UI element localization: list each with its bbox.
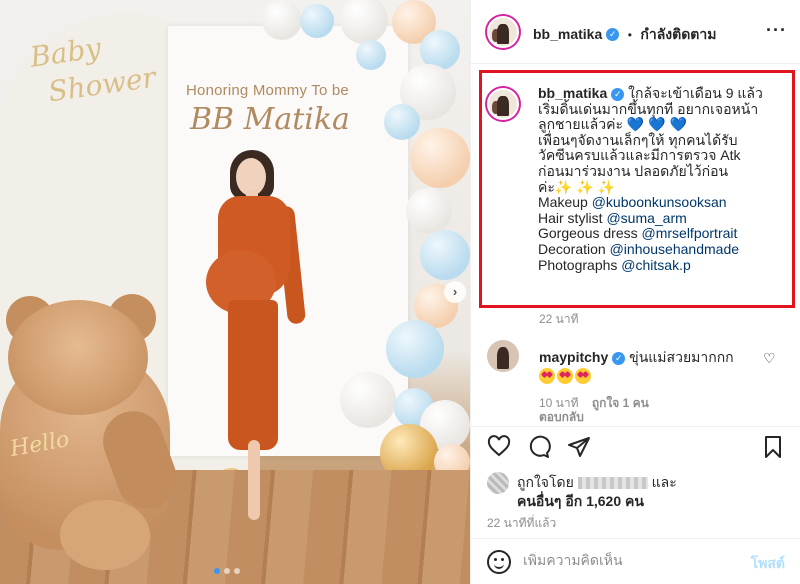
caption-timestamp[interactable]: 22 นาที <box>539 310 579 329</box>
more-options-icon[interactable]: ··· <box>766 20 787 41</box>
mention-link[interactable]: @chitsak.p <box>621 257 690 273</box>
header-separator: • <box>627 28 632 42</box>
balloon <box>410 128 470 188</box>
balloon <box>406 188 452 234</box>
header-user-row: bb_matika ✓ • กำลังติดตาม <box>533 24 716 46</box>
post-header: bb_matika ✓ • กำลังติดตาม ··· <box>471 0 800 64</box>
woman-leg <box>248 440 260 520</box>
mention-link[interactable]: @kuboonkunsooksan <box>592 194 727 210</box>
sparkles-icon: ✨ ✨ ✨ <box>554 178 615 195</box>
carousel-next-button[interactable]: › <box>444 281 466 303</box>
heart-eyes-emoji-icon <box>557 368 573 385</box>
carousel-dot <box>234 568 240 574</box>
post-actions-bar <box>471 426 800 466</box>
credit-role: Photographs <box>538 256 618 273</box>
likes-count[interactable]: คนอื่นๆ อีก 1,620 คน <box>517 491 644 513</box>
balloon <box>340 372 396 428</box>
commenter-username[interactable]: maypitchy <box>539 349 608 365</box>
caption-line: ก่อนมาร่วมงาน ปลอดภัยไว้ก่อน <box>538 162 729 179</box>
caption-text: bb_matika ✓ ใกล้จะเข้าเดือน 9 แล้ว เริ่มด… <box>538 85 790 273</box>
following-button[interactable]: กำลังติดตาม <box>640 26 716 42</box>
caption-line: วัคซีนครบแล้วและมีการตรวจ Atk <box>538 147 741 164</box>
balloon <box>384 104 420 140</box>
caption-line: เพื่อนๆจัดงานเล็กๆให้ ทุกคนได้รับ <box>538 131 738 148</box>
reply-button[interactable]: ตอบกลับ <box>539 408 584 427</box>
sign-name-text: BB Matika <box>190 102 350 137</box>
sign-honoring-text: Honoring Mommy To be <box>186 82 349 99</box>
caption-avatar[interactable] <box>487 88 519 120</box>
commenter-avatar[interactable] <box>487 340 519 372</box>
liker-avatar[interactable] <box>487 472 509 494</box>
caption-line: ค่ะ <box>538 178 555 195</box>
verified-badge-icon: ✓ <box>612 351 626 365</box>
credit-role: Hair stylist <box>538 209 603 226</box>
post-timestamp[interactable]: 22 นาทีที่แล้ว <box>487 514 556 533</box>
mention-link[interactable]: @inhousehandmade <box>610 241 739 257</box>
post-side-panel: bb_matika ✓ • กำลังติดตาม ··· bb_matika ✓ … <box>470 0 800 584</box>
heart-eyes-emoji-icon <box>539 368 555 385</box>
share-send-icon[interactable] <box>567 435 591 459</box>
carousel-dots <box>214 568 240 574</box>
balloon <box>300 4 334 38</box>
caption-username[interactable]: bb_matika <box>538 85 607 101</box>
balloon <box>262 0 302 40</box>
heart-eyes-emoji-icon <box>575 368 591 385</box>
caption-line: ใกล้จะเข้าเดือน 9 แล้ว <box>628 85 763 101</box>
comment-bubble-icon[interactable] <box>527 435 551 459</box>
likes-and-label: และ <box>651 474 677 490</box>
liked-by-label: ถูกใจโดย <box>517 474 574 490</box>
post-photo[interactable]: Baby Shower Honoring Mommy To be BB Mati… <box>0 0 470 584</box>
author-avatar[interactable] <box>487 16 519 48</box>
bear-head <box>8 300 148 415</box>
credit-role: Gorgeous dress <box>538 225 638 242</box>
save-bookmark-icon[interactable] <box>761 435 785 459</box>
emoji-smile-icon[interactable] <box>487 550 511 574</box>
carousel-dot <box>224 568 230 574</box>
comment-input[interactable] <box>523 552 723 568</box>
credit-role: Makeup <box>538 194 588 211</box>
verified-badge-icon: ✓ <box>606 28 620 42</box>
credit-role: Decoration <box>538 240 606 257</box>
dress-skirt <box>228 300 278 450</box>
post-comment-button[interactable]: โพสต์ <box>751 553 785 575</box>
balloon <box>386 320 444 378</box>
liker-username-blurred[interactable] <box>577 477 648 490</box>
caption-line: เริ่มดิ้นเด่นมากขึ้นทุกที อยากเจอหน้า <box>538 100 759 117</box>
author-username[interactable]: bb_matika <box>533 26 602 42</box>
bear-foot <box>60 500 150 570</box>
balloon <box>420 230 470 280</box>
like-heart-icon[interactable] <box>487 435 511 459</box>
comment-like-heart-icon[interactable]: ♡ <box>763 350 776 367</box>
carousel-dot-active <box>214 568 220 574</box>
comment-like-count[interactable]: ถูกใจ 1 คน <box>592 396 649 410</box>
caption-line: ลูกชายแล้วค่ะ <box>538 116 623 133</box>
mention-link[interactable]: @suma_arm <box>606 210 686 226</box>
verified-badge-icon: ✓ <box>611 87 625 101</box>
mention-link[interactable]: @mrselfportrait <box>642 225 738 242</box>
comment-body: maypitchy ✓ ขุ่นแม่สวยมากกก <box>539 348 759 385</box>
add-comment-bar: โพสต์ <box>471 538 800 584</box>
blue-heart-icon: 💙 💙 💙 <box>626 116 687 133</box>
comment-text: ขุ่นแม่สวยมากกก <box>629 349 734 365</box>
balloon <box>356 40 386 70</box>
